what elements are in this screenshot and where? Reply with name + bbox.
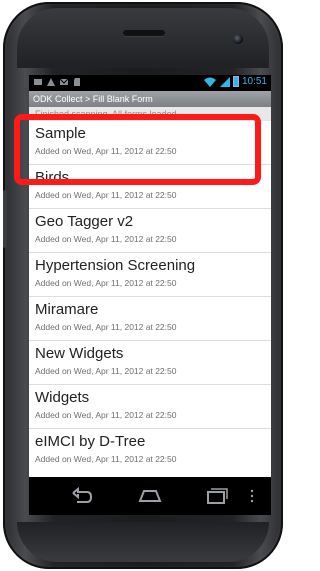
app-title-bar: ODK Collect > Fill Blank Form (29, 91, 271, 107)
warning-icon (47, 78, 55, 86)
form-list: Sample Added on Wed, Apr 11, 2012 at 22:… (29, 121, 271, 477)
phone-bottom-bezel (17, 522, 269, 562)
form-title: New Widgets (35, 345, 124, 362)
form-date: Added on Wed, Apr 11, 2012 at 22:50 (35, 322, 177, 332)
battery-icon (232, 76, 239, 87)
menu-icon[interactable] (247, 485, 257, 507)
recents-icon[interactable] (203, 485, 231, 507)
form-date: Added on Wed, Apr 11, 2012 at 22:50 (35, 146, 177, 156)
sdcard-icon (74, 78, 80, 86)
usb-icon (34, 79, 42, 85)
form-date: Added on Wed, Apr 11, 2012 at 22:50 (35, 234, 177, 244)
status-notifications (33, 77, 82, 87)
form-title: Miramare (35, 301, 99, 318)
form-list-item[interactable]: Geo Tagger v2 Added on Wed, Apr 11, 2012… (29, 209, 271, 253)
form-title: Widgets (35, 389, 90, 406)
form-list-item[interactable]: Miramare Added on Wed, Apr 11, 2012 at 2… (29, 297, 271, 341)
back-icon[interactable] (67, 485, 95, 507)
form-title: Hypertension Screening (35, 257, 196, 274)
status-system-icons: 10:51 (203, 76, 267, 87)
form-title: Geo Tagger v2 (35, 213, 134, 230)
form-date: Added on Wed, Apr 11, 2012 at 22:50 (35, 278, 177, 288)
device-screen: 10:51 ODK Collect > Fill Blank Form Fini… (29, 75, 271, 515)
scan-toast: Finished scanning. All forms loaded. (29, 107, 271, 121)
form-date: Added on Wed, Apr 11, 2012 at 22:50 (35, 190, 177, 200)
home-icon[interactable] (136, 485, 164, 507)
form-title: eIMCI by D-Tree (35, 433, 146, 450)
signal-icon (219, 76, 230, 87)
earpiece-speaker (123, 30, 165, 36)
form-list-item[interactable]: Widgets Added on Wed, Apr 11, 2012 at 22… (29, 385, 271, 429)
form-date: Added on Wed, Apr 11, 2012 at 22:50 (35, 366, 177, 376)
phone-top-bezel (17, 8, 269, 68)
gmail-icon (59, 78, 69, 85)
form-list-item[interactable]: Birds Added on Wed, Apr 11, 2012 at 22:5… (29, 165, 271, 209)
form-title: Birds (35, 169, 70, 186)
status-time: 10:51 (241, 76, 267, 87)
status-bar: 10:51 (29, 75, 271, 91)
form-date: Added on Wed, Apr 11, 2012 at 22:50 (35, 410, 177, 420)
wifi-icon (203, 77, 216, 87)
volume-button[interactable] (3, 190, 7, 248)
form-date: Added on Wed, Apr 11, 2012 at 22:50 (35, 454, 177, 464)
front-camera (233, 34, 243, 44)
form-title: Sample (35, 125, 86, 142)
form-list-item[interactable]: Sample Added on Wed, Apr 11, 2012 at 22:… (29, 121, 271, 165)
form-list-item[interactable]: eIMCI by D-Tree Added on Wed, Apr 11, 20… (29, 429, 271, 473)
navigation-bar (29, 477, 271, 515)
form-list-item[interactable]: Hypertension Screening Added on Wed, Apr… (29, 253, 271, 297)
form-list-item[interactable]: New Widgets Added on Wed, Apr 11, 2012 a… (29, 341, 271, 385)
